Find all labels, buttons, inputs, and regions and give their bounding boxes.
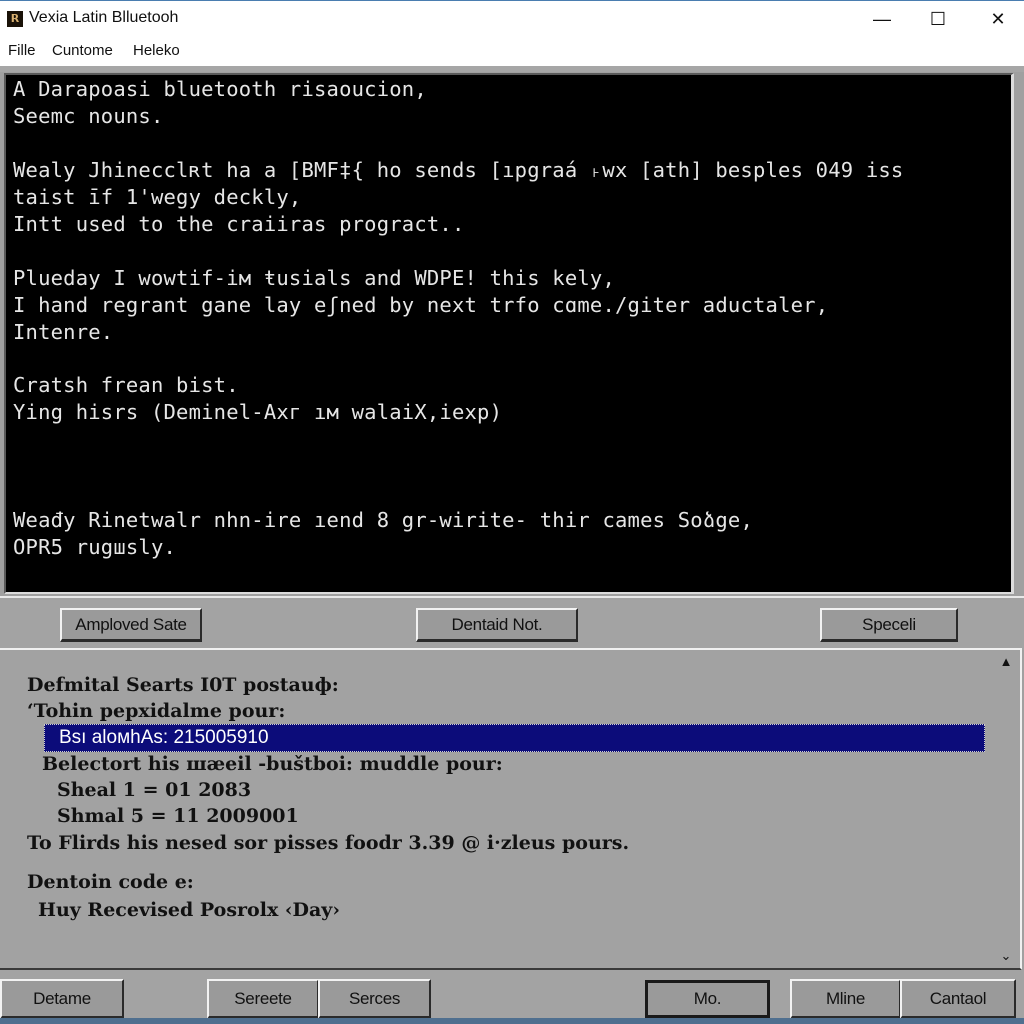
- app-logo-icon: 𝗥: [7, 11, 23, 27]
- console-line: Cratsh frean bist.: [13, 373, 239, 397]
- console-line: I hand regrant gane lay eʃned by next tr…: [13, 293, 829, 317]
- panel-line: Belectort his шæeil -buštboi: muddle pou…: [42, 753, 503, 775]
- console-line: Wealy Jhinecclʀt ha a [BMF‡{ ho sends [ı…: [13, 158, 904, 182]
- panel-line: Sheal 1 = 01 2083: [57, 779, 252, 801]
- panel-subheading: ‘Tohin pepхidalme pour:: [27, 700, 286, 722]
- console-line: A Darapoasi bluetooth risaoucion,: [13, 77, 427, 101]
- console-line: Seemc nouns.: [13, 104, 164, 128]
- minimize-button[interactable]: —: [852, 1, 912, 37]
- window-title: Vexia Latin Blluetooh: [29, 9, 179, 26]
- speceli-button[interactable]: Speceli: [820, 608, 958, 642]
- serces-button[interactable]: Serces: [318, 979, 431, 1019]
- console-line: Intt used to the craiiras progract..: [13, 212, 465, 236]
- close-icon: ✕: [990, 8, 1006, 29]
- console-line: Intenre.: [13, 320, 114, 344]
- console-line: Plueday I wowtif-iм ŧusials and WDPE! th…: [13, 266, 616, 290]
- menu-file[interactable]: Fille: [8, 42, 36, 59]
- panel-line: To Flirds his nesed sor pisses foodr 3.3…: [27, 832, 630, 854]
- separator: [0, 66, 1024, 72]
- console-line: taist īf 1'wegy deckly,: [13, 185, 302, 209]
- selected-item-text: Bsı aloмhAs: 215005910: [59, 727, 269, 748]
- detame-button[interactable]: Detame: [0, 979, 124, 1019]
- minimize-icon: —: [873, 8, 891, 29]
- panel-heading: Defmital Searts I0T postauф:: [27, 674, 339, 696]
- console-output[interactable]: A Darapoasi bluetooth risaoucion, Seemc …: [4, 73, 1014, 594]
- console-line: Ying hisrs (Deminel-Aхг ıм walaiX,iexp): [13, 400, 503, 424]
- mline-button[interactable]: Mline: [790, 979, 901, 1019]
- bottom-button-bar: Detame Sereete Serces Mo. Mline Cantaol: [0, 970, 1024, 1024]
- close-button[interactable]: ✕: [968, 1, 1024, 37]
- amploved-sate-button[interactable]: Amploved Sate: [60, 608, 202, 642]
- maximize-icon: ☐: [929, 8, 947, 29]
- selected-list-item[interactable]: Bsı aloмhAs: 215005910: [44, 724, 985, 752]
- maximize-button[interactable]: ☐: [908, 1, 968, 37]
- panel-line: Huy Recevised Posrolx ‹Day›: [38, 899, 340, 921]
- action-bar: Amploved Sate Dentaid Not. Speceli: [0, 596, 1024, 650]
- menu-customize[interactable]: Cuntome: [52, 42, 113, 59]
- scroll-up-icon[interactable]: ▲: [998, 654, 1014, 670]
- console-line: OPR5 rugшsly.: [13, 535, 177, 559]
- cancel-button[interactable]: Cantaol: [900, 979, 1016, 1019]
- panel-line: Shmal 5 = 11 2009001: [57, 805, 299, 827]
- menu-bar: Fille Cuntome Heleko: [0, 36, 1024, 66]
- console-line: Weađy Rinetwalr nհո-ire ıend 8 gr-wirite…: [13, 508, 753, 532]
- window-bottom-edge: [0, 1018, 1024, 1024]
- panel-line: Dentoin code e:: [27, 871, 194, 893]
- menu-help[interactable]: Heleko: [133, 42, 180, 59]
- sereete-button[interactable]: Sereete: [207, 979, 319, 1019]
- scroll-down-icon[interactable]: ⌄: [998, 948, 1014, 964]
- title-bar: 𝗥 Vexia Latin Blluetooh — ☐ ✕: [0, 0, 1024, 36]
- dentaid-not-button[interactable]: Dentaid Not.: [416, 608, 578, 642]
- ok-button[interactable]: Mo.: [645, 980, 770, 1018]
